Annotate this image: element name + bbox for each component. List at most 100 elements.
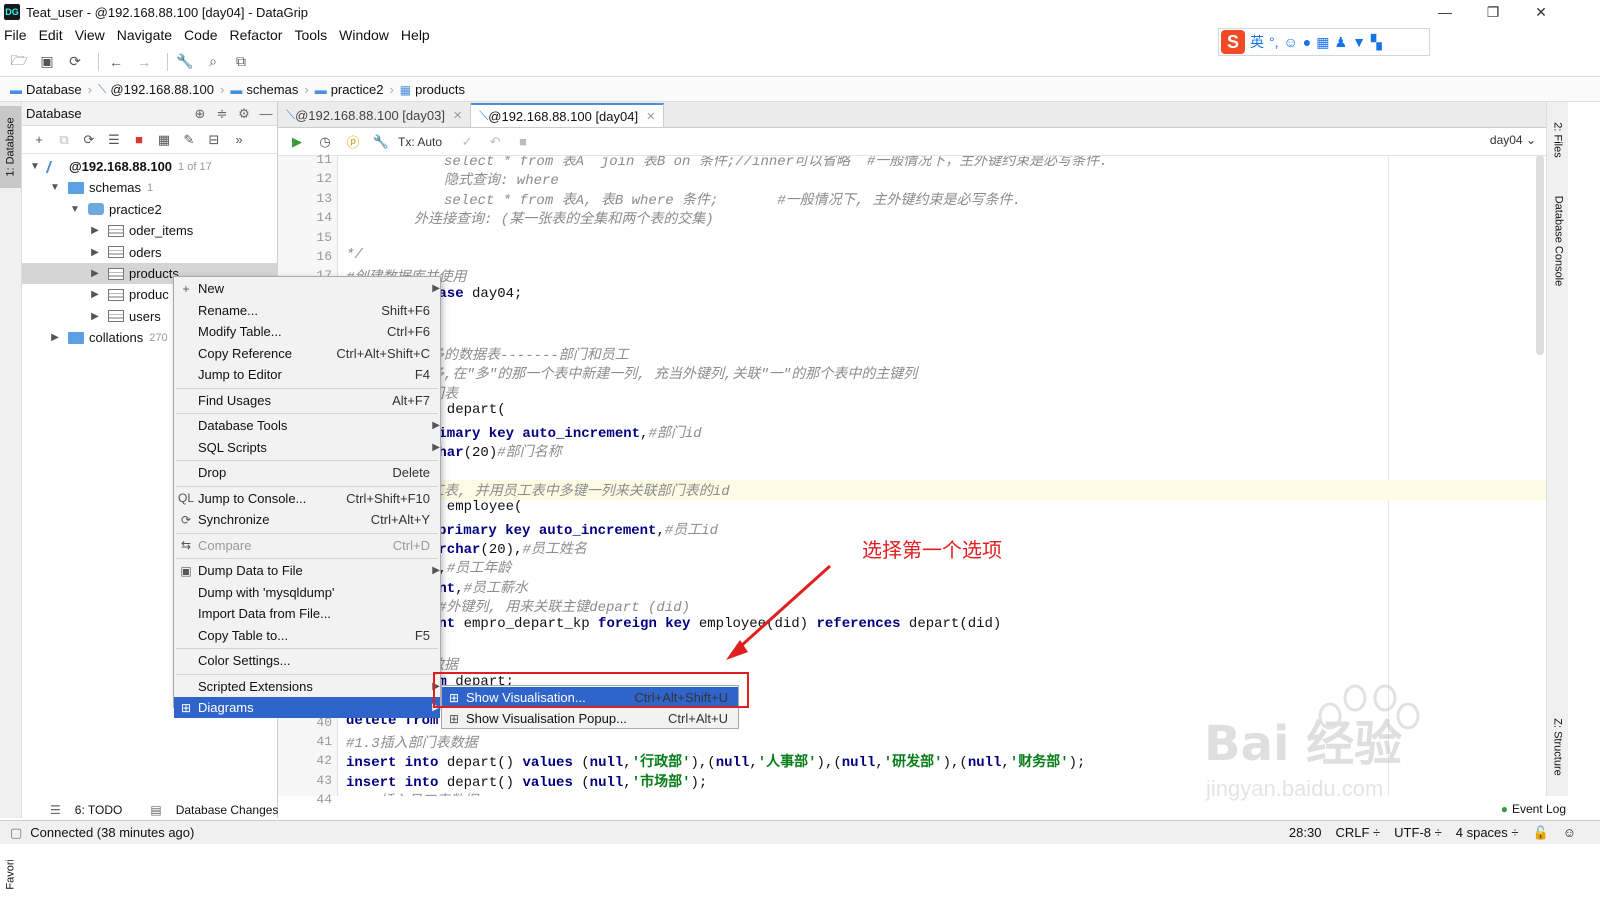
history-icon[interactable]: ◷ <box>314 134 336 150</box>
line-separator-select[interactable]: CRLF ÷ <box>1335 825 1380 841</box>
collapse-arrow-icon[interactable]: ▶ <box>88 225 102 236</box>
menu-item-sql-scripts[interactable]: SQL Scripts ▶ <box>174 437 440 458</box>
collapse-arrow-icon[interactable]: ▶ <box>88 289 102 300</box>
target-icon[interactable]: ⊕ <box>189 106 211 122</box>
menu-item-find-usages[interactable]: Find Usages Alt+F7 <box>174 390 440 411</box>
event-log-button[interactable]: ● Event Log <box>1501 802 1566 816</box>
save-all-icon[interactable]: ▣ <box>36 51 58 73</box>
close-button[interactable]: ✕ <box>1518 0 1564 24</box>
collapse-arrow-icon[interactable]: ▶ <box>48 332 62 343</box>
menu-edit[interactable]: Edit <box>39 27 63 43</box>
menu-item-modify-table[interactable]: Modify Table... Ctrl+F6 <box>174 321 440 342</box>
maximize-button[interactable]: ❐ <box>1470 0 1516 24</box>
search-icon[interactable]: ⌕ <box>202 51 224 73</box>
menu-item-color-settings[interactable]: Color Settings... <box>174 650 440 671</box>
menu-item-new[interactable]: + New ▶ <box>174 278 440 299</box>
structure-tab[interactable]: Z: Structure <box>1547 702 1569 792</box>
menu-item-dump-with-mysqldump[interactable]: Dump with 'mysqldump' <box>174 582 440 603</box>
lock-icon[interactable]: 🔓 <box>1533 825 1549 841</box>
menu-item-copy-table-to[interactable]: Copy Table to... F5 <box>174 625 440 646</box>
wrench-settings-icon[interactable]: 🔧 <box>174 51 196 73</box>
editor-tab[interactable]: ⟍ @192.168.88.100 [day04] ✕ <box>471 103 665 127</box>
hide-panel-icon[interactable]: — <box>255 106 277 121</box>
show-visualisation-popup-item[interactable]: ⊞ Show Visualisation Popup... Ctrl+Alt+U <box>442 708 738 729</box>
menu-item-diagrams[interactable]: ⊞ Diagrams ▶ <box>174 697 440 718</box>
breadcrumb-item[interactable]: ▦ products <box>400 82 465 97</box>
expand-arrow-icon[interactable]: ▼ <box>48 182 62 193</box>
breadcrumb-item[interactable]: ▬ Database <box>10 82 82 97</box>
menu-item-import-data-from-file[interactable]: Import Data from File... <box>174 603 440 624</box>
menu-item-copy-reference[interactable]: Copy Reference Ctrl+Alt+Shift+C <box>174 343 440 364</box>
structure-icon[interactable]: ⧉ <box>230 51 252 73</box>
minimize-button[interactable]: — <box>1422 0 1468 24</box>
show-visualisation-item[interactable]: ⊞ Show Visualisation... Ctrl+Alt+Shift+U <box>442 687 738 708</box>
menu-file[interactable]: File <box>4 27 27 43</box>
back-arrow-icon[interactable]: ← <box>105 51 127 73</box>
expand-arrow-icon[interactable]: ▼ <box>68 204 82 215</box>
tree-node-oder-items[interactable]: ▶ oder_items <box>22 220 278 241</box>
parameters-icon[interactable]: ⓟ <box>342 132 364 151</box>
menu-view[interactable]: View <box>75 27 105 43</box>
close-tab-icon[interactable]: ✕ <box>646 110 655 123</box>
files-tab[interactable]: 2: Files <box>1547 110 1569 170</box>
add-icon[interactable]: + <box>28 130 50 150</box>
table-view-icon[interactable]: ▦ <box>153 130 175 150</box>
collapse-icon[interactable]: ≑ <box>211 106 233 122</box>
wrench-icon[interactable]: 🔧 <box>370 134 392 150</box>
run-icon[interactable]: ▶ <box>286 134 308 150</box>
menu-item-scripted-extensions[interactable]: Scripted Extensions ▶ <box>174 676 440 697</box>
menu-tools[interactable]: Tools <box>294 27 327 43</box>
gear-icon[interactable]: ⚙ <box>233 106 255 122</box>
menu-code[interactable]: Code <box>184 27 217 43</box>
tree-node-192-168-88-100[interactable]: ▼ @192.168.88.100 1 of 17 <box>22 156 278 177</box>
close-tab-icon[interactable]: ✕ <box>453 109 462 122</box>
menu-item-jump-to-console[interactable]: QL Jump to Console... Ctrl+Shift+F10 <box>174 488 440 509</box>
rollback-icon[interactable]: ↶ <box>484 134 506 150</box>
menu-item-dump-data-to-file[interactable]: ▣ Dump Data to File ▶ <box>174 560 440 581</box>
menu-window[interactable]: Window <box>339 27 389 43</box>
collapse-arrow-icon[interactable]: ▶ <box>88 311 102 322</box>
tree-node-oders[interactable]: ▶ oders <box>22 242 278 263</box>
breadcrumb-item[interactable]: ▬ schemas <box>230 82 298 97</box>
inspector-icon[interactable]: ☺ <box>1563 825 1576 841</box>
editor-tab[interactable]: ⟍ @192.168.88.100 [day03] ✕ <box>278 103 472 127</box>
database-console-tab[interactable]: Database Console <box>1547 186 1569 296</box>
breadcrumb-item[interactable]: ▬ practice2 <box>315 82 384 97</box>
menu-item-synchronize[interactable]: ⟳ Synchronize Ctrl+Alt+Y <box>174 509 440 530</box>
indent-select[interactable]: 4 spaces ÷ <box>1456 825 1519 841</box>
open-folder-icon[interactable]: 🗁 <box>8 51 30 73</box>
edit-icon[interactable]: ✎ <box>178 130 200 150</box>
properties-icon[interactable]: ☰ <box>103 130 125 150</box>
refresh-icon[interactable]: ⟳ <box>78 130 100 150</box>
transaction-mode-select[interactable]: Tx: Auto <box>398 135 442 149</box>
tree-node-practice2[interactable]: ▼ practice2 <box>22 199 278 220</box>
collapse-arrow-icon[interactable]: ▶ <box>88 247 102 258</box>
copy-icon[interactable]: ⧉ <box>53 130 75 150</box>
caret-position[interactable]: 28:30 <box>1289 825 1322 841</box>
expand-arrow-icon[interactable]: ▼ <box>28 161 42 172</box>
stop-icon[interactable]: ■ <box>128 130 150 150</box>
commit-check-icon[interactable]: ✓ <box>456 134 478 150</box>
menu-item-jump-to-editor[interactable]: Jump to Editor F4 <box>174 364 440 385</box>
editor-scrollbar[interactable] <box>1536 155 1544 355</box>
menu-item-rename[interactable]: Rename... Shift+F6 <box>174 300 440 321</box>
forward-arrow-icon[interactable]: → <box>133 51 155 73</box>
menu-navigate[interactable]: Navigate <box>117 27 172 43</box>
menu-item-database-tools[interactable]: Database Tools ▶ <box>174 415 440 436</box>
cancel-icon[interactable]: ■ <box>512 134 534 149</box>
menu-refactor[interactable]: Refactor <box>230 27 283 43</box>
menu-item-drop[interactable]: Drop Delete <box>174 462 440 483</box>
status-toggle-icon[interactable]: ▢ <box>10 825 22 841</box>
encoding-select[interactable]: UTF-8 ÷ <box>1394 825 1442 841</box>
schema-select[interactable]: day04 ⌄ <box>1490 133 1536 147</box>
menu-help[interactable]: Help <box>401 27 430 43</box>
breadcrumb-item[interactable]: ⟍ @192.168.88.100 <box>98 82 214 97</box>
collapse-arrow-icon[interactable]: ▶ <box>88 268 102 279</box>
synchronize-icon[interactable]: ⟳ <box>64 51 86 73</box>
console-icon[interactable]: ⊟ <box>203 130 225 150</box>
tree-node-schemas[interactable]: ▼ schemas 1 <box>22 177 278 198</box>
todo-tab[interactable]: ☰ 6: TODO <box>36 803 122 817</box>
more-icon[interactable]: » <box>228 130 250 150</box>
database-changes-tab[interactable]: ▤ Database Changes <box>136 803 278 817</box>
database-tool-tab[interactable]: 1: Database <box>0 106 21 188</box>
